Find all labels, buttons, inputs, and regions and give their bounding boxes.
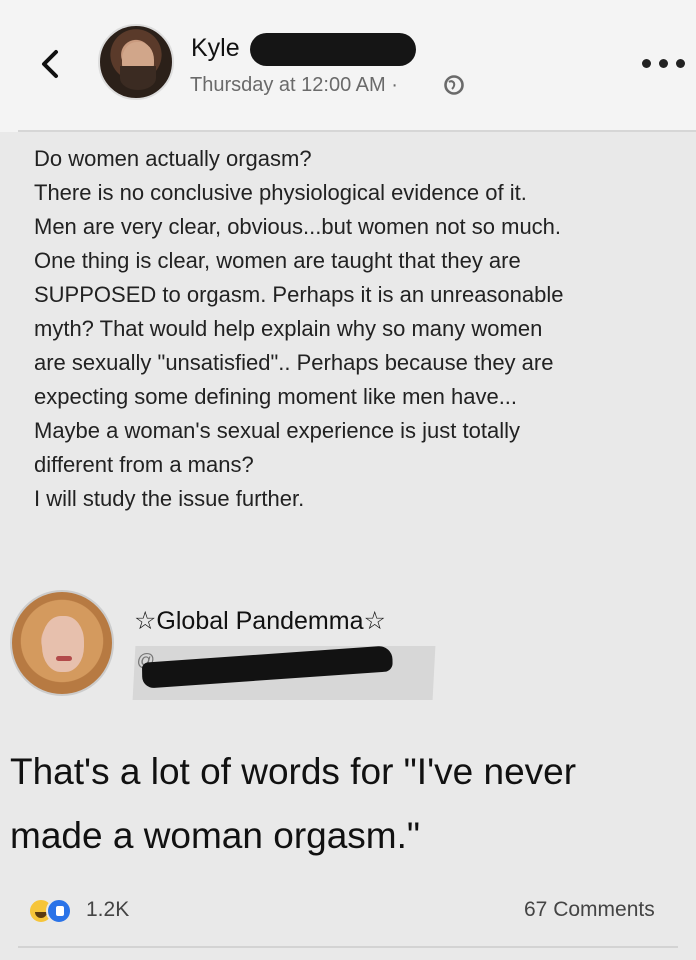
redaction-bar	[250, 33, 416, 66]
footer-divider	[18, 946, 678, 948]
more-dots-icon	[642, 59, 651, 68]
reaction-count[interactable]: 1.2K	[86, 898, 129, 922]
back-button[interactable]	[36, 46, 64, 82]
header-divider	[18, 130, 696, 132]
reply-avatar[interactable]	[10, 590, 114, 696]
more-dots-icon	[676, 59, 685, 68]
globe-icon	[444, 75, 464, 95]
reply-author-name[interactable]: ☆Global Pandemma☆	[134, 606, 386, 636]
avatar[interactable]	[98, 24, 174, 100]
post-header: Kyle Thursday at 12:00 AM ·	[0, 0, 696, 132]
like-reaction-icon	[46, 898, 72, 924]
post-author-name[interactable]: Kyle	[191, 34, 240, 63]
reply-text: That's a lot of words for "I've never ma…	[10, 751, 577, 856]
redaction-scribble	[141, 645, 393, 689]
reply-avatar-face	[42, 616, 84, 672]
chevron-left-icon	[42, 50, 58, 78]
post-timestamp[interactable]: Thursday at 12:00 AM ·	[190, 74, 398, 97]
reply-avatar-mouth	[56, 656, 72, 661]
avatar-beard	[120, 66, 156, 90]
reactions-button[interactable]	[28, 898, 82, 924]
comments-count[interactable]: 67 Comments	[524, 898, 655, 922]
post-body: Do women actually orgasm? There is no co…	[34, 146, 564, 511]
more-dots-icon	[659, 59, 668, 68]
reply-handle-redacted: @	[132, 645, 436, 700]
more-options-button[interactable]	[640, 52, 688, 74]
